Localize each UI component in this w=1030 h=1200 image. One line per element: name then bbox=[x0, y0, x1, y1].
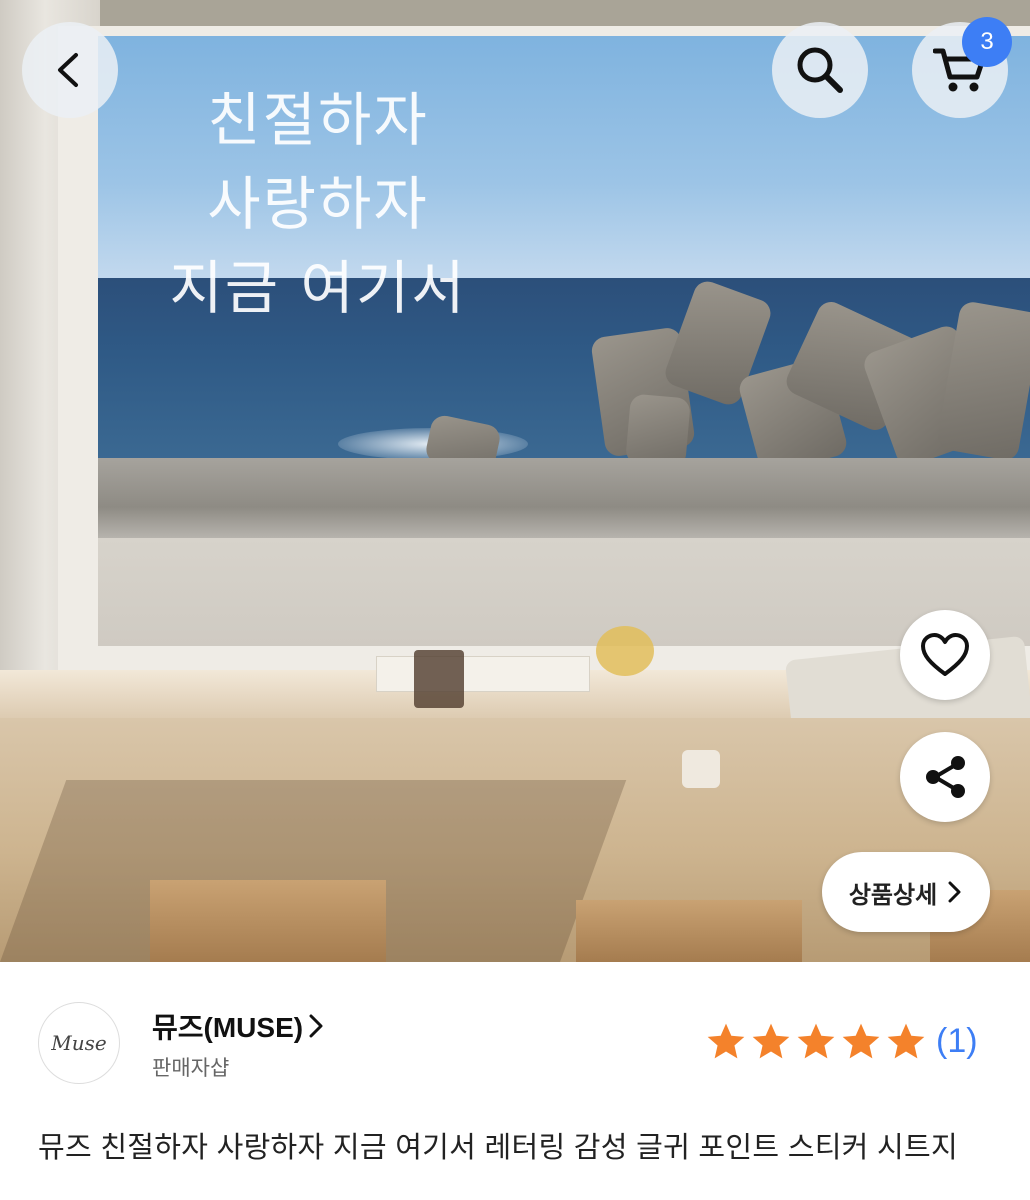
image-ground bbox=[98, 538, 1030, 646]
chevron-left-icon bbox=[58, 53, 78, 87]
share-button[interactable] bbox=[900, 732, 990, 822]
product-title: 뮤즈 친절하자 사랑하자 지금 여기서 레터링 감성 글귀 포인트 스티커 시트… bbox=[38, 1132, 958, 1164]
star-icon bbox=[797, 1023, 835, 1059]
seller-logo-text: Muse bbox=[51, 1031, 107, 1055]
search-button[interactable] bbox=[772, 22, 868, 118]
review-count-link[interactable]: (1) bbox=[936, 1022, 978, 1061]
image-drink-glass bbox=[596, 626, 654, 676]
image-coffee-cup bbox=[414, 650, 464, 708]
seller-logo[interactable]: Muse bbox=[38, 1002, 120, 1084]
image-seawall bbox=[98, 458, 1030, 540]
image-tray bbox=[376, 656, 590, 692]
back-button[interactable] bbox=[22, 22, 118, 118]
chevron-right-icon bbox=[309, 1014, 323, 1038]
star-icon bbox=[842, 1023, 880, 1059]
chevron-right-icon bbox=[948, 881, 961, 903]
seller-shop-link[interactable]: 뮤즈(MUSE) bbox=[152, 1006, 325, 1046]
star-icon bbox=[887, 1023, 925, 1059]
image-window-view: 친절하자 사랑하자 지금 여기서 bbox=[98, 36, 1030, 646]
product-detail-label: 상품상세 bbox=[848, 881, 938, 909]
sticker-lettering-text: 친절하자 사랑하자 지금 여기서 bbox=[169, 86, 467, 322]
image-wall-socket bbox=[682, 750, 720, 788]
heart-icon bbox=[921, 633, 969, 676]
search-icon bbox=[797, 47, 843, 93]
seller-type-label: 판매자샵 bbox=[152, 1057, 230, 1080]
product-detail-button[interactable]: 상품상세 bbox=[822, 852, 990, 932]
seller-name: 뮤즈(MUSE) bbox=[152, 1012, 304, 1043]
image-stool bbox=[576, 900, 802, 962]
like-button[interactable] bbox=[900, 610, 990, 700]
cart-count-badge: 3 bbox=[962, 17, 1012, 67]
share-icon bbox=[926, 756, 965, 798]
product-image[interactable]: 친절하자 사랑하자 지금 여기서 bbox=[0, 0, 1030, 962]
star-icon bbox=[752, 1023, 790, 1059]
star-icon bbox=[707, 1023, 745, 1059]
image-stool bbox=[150, 880, 386, 962]
rating-stars[interactable] bbox=[704, 1020, 928, 1064]
